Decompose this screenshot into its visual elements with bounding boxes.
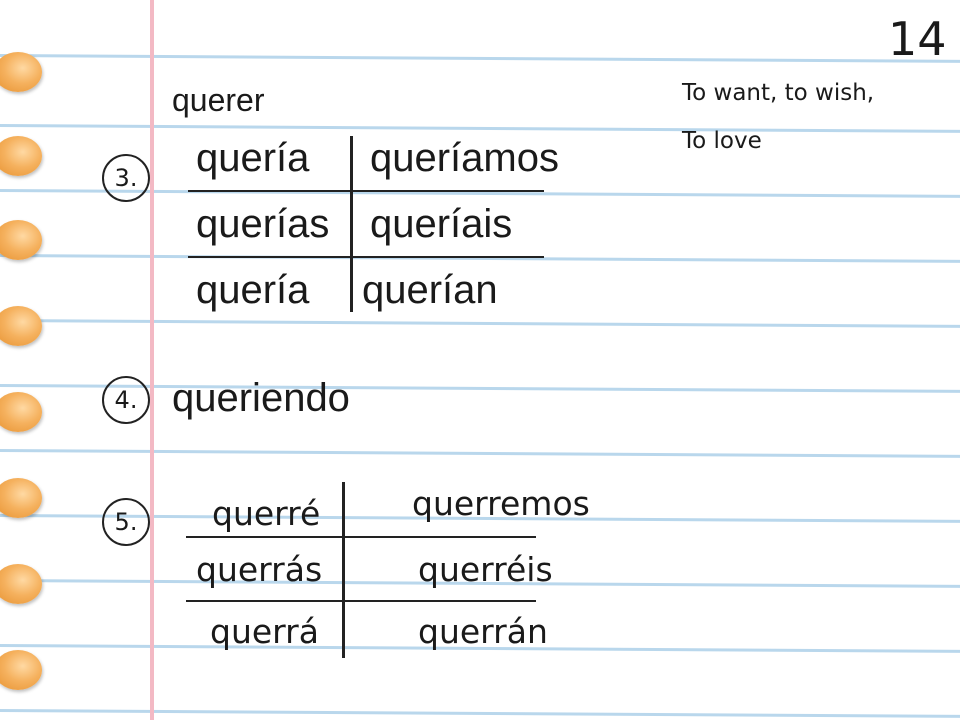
binder-hole xyxy=(0,478,42,518)
conjugation-divider-horizontal xyxy=(188,190,544,192)
notebook-page: 14 querer To want, to wish, To love 3. q… xyxy=(0,0,960,720)
conjugation-cell: querremos xyxy=(412,484,590,523)
conjugation-divider-vertical xyxy=(342,482,345,658)
conjugation-cell: quería xyxy=(196,136,310,180)
conjugation-divider-horizontal xyxy=(186,600,536,602)
verb-heading: querer xyxy=(172,82,265,118)
meaning-line-1: To want, to wish, xyxy=(682,80,875,106)
binder-hole xyxy=(0,136,42,176)
conjugation-cell: queríamos xyxy=(370,136,559,180)
conjugation-cell: quería xyxy=(196,268,310,312)
conjugation-divider-vertical xyxy=(350,136,353,312)
conjugation-cell: querrán xyxy=(418,612,548,651)
binder-hole xyxy=(0,564,42,604)
binder-hole xyxy=(0,306,42,346)
margin-line xyxy=(150,0,154,720)
conjugation-divider-horizontal xyxy=(186,536,536,538)
section-number-3: 3. xyxy=(102,154,150,202)
section-number-4: 4. xyxy=(102,376,150,424)
binder-holes xyxy=(0,0,60,720)
meaning-line-2: To love xyxy=(682,128,762,154)
conjugation-cell: querrá xyxy=(210,612,319,651)
conjugation-cell: querías xyxy=(196,202,330,246)
conjugation-cell: queríais xyxy=(370,202,513,246)
conjugation-cell: querían xyxy=(362,268,498,312)
conjugation-cell: querré xyxy=(212,494,321,533)
binder-hole xyxy=(0,392,42,432)
page-number: 14 xyxy=(888,12,947,66)
gerund-form: queriendo xyxy=(172,376,350,420)
binder-hole xyxy=(0,52,42,92)
conjugation-cell: querrás xyxy=(196,550,323,589)
section-number-5: 5. xyxy=(102,498,150,546)
conjugation-cell: querréis xyxy=(418,550,553,589)
conjugation-divider-horizontal xyxy=(188,256,544,258)
binder-hole xyxy=(0,650,42,690)
binder-hole xyxy=(0,220,42,260)
